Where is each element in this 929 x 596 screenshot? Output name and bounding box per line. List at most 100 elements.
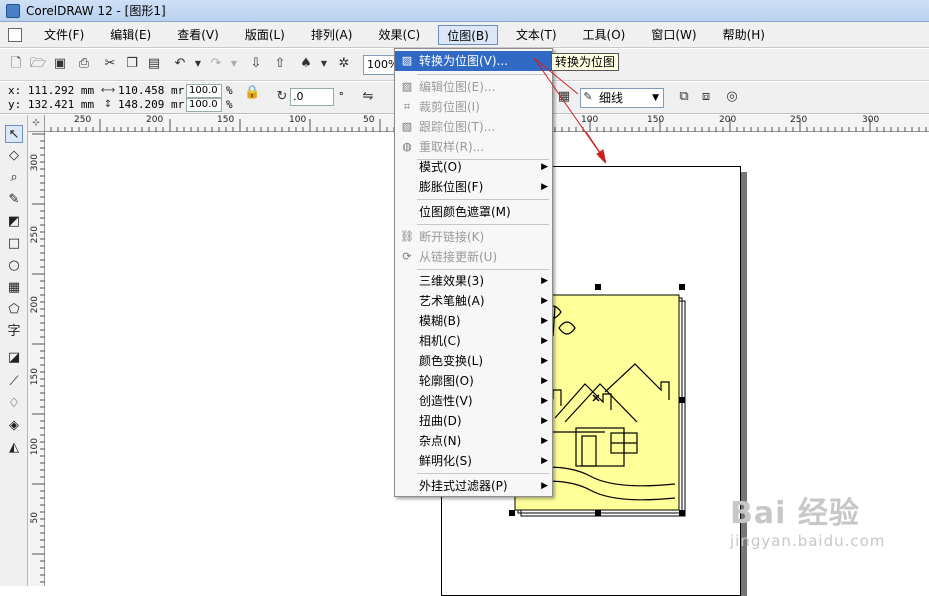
print-icon[interactable]: ⎙ [76,56,92,72]
pen-icon: ✎ [583,90,593,103]
application-launcher-icon[interactable]: ♠ [298,56,314,72]
menu-item-break-link[interactable]: ⛓ 断开链接(K) [395,227,552,247]
scale-width-field[interactable]: 100.0 [186,84,222,98]
corel-online-icon[interactable]: ✲ [336,56,352,72]
menu-window[interactable]: 窗口(W) [643,25,704,45]
v-tick-label: 50 [30,512,40,524]
zoom-tool-icon[interactable]: ⌕ [5,169,23,187]
menu-item-art-strokes[interactable]: 艺术笔触(A) ▶ [395,291,552,311]
update-link-icon: ⟳ [402,250,412,263]
object-height-field[interactable]: 148.209 mr [118,98,184,111]
cut-icon[interactable]: ✂ [102,56,118,72]
menu-view[interactable]: 查看(V) [169,25,227,45]
menu-item-mode[interactable]: 模式(O) ▶ [395,157,552,177]
scale-height-unit: % [226,98,233,111]
menu-item-noise[interactable]: 杂点(N) ▶ [395,431,552,451]
menu-item-blur[interactable]: 模糊(B) ▶ [395,311,552,331]
y-position-field[interactable]: y: 132.421 mm [8,98,94,111]
menu-arrange[interactable]: 排列(A) [303,25,361,45]
zoom-level-combo[interactable]: 100% [363,55,398,75]
menu-bitmaps[interactable]: 位图(B) [438,24,498,45]
ruler-origin-icon[interactable]: ⊹ [28,115,45,132]
menu-layout[interactable]: 版面(L) [237,25,293,45]
smart-fill-tool-icon[interactable]: ◩ [5,213,23,231]
window-title: CorelDRAW 12 - [图形1] [26,4,166,18]
shape-tool-icon[interactable]: ◇ [5,147,23,165]
rotation-angle-field[interactable]: .0 [290,88,334,106]
menu-item-label: 杂点(N) [419,434,462,448]
object-width-field[interactable]: 110.458 mr [118,84,184,97]
undo-icon[interactable]: ↶ [172,56,188,72]
to-back-icon[interactable]: ⧈ [698,89,714,105]
h-tick-label: 100 [289,115,307,125]
new-document-icon[interactable]: 🗋 [8,56,24,72]
menu-item-contour[interactable]: 轮廓图(O) ▶ [395,371,552,391]
polygon-tool-icon[interactable]: ▦ [5,279,23,297]
scale-width-unit: % [226,84,233,97]
menu-item-edit-bitmap[interactable]: ▨ 编辑位图(E)... [395,77,552,97]
menu-effects[interactable]: 效果(C) [370,25,428,45]
open-icon[interactable]: 🗁 [30,56,46,72]
menu-file[interactable]: 文件(F) [36,25,92,45]
convert-to-curves-icon[interactable]: ◎ [724,89,740,105]
menu-edit[interactable]: 编辑(E) [102,25,159,45]
launcher-dropdown-icon[interactable]: ▼ [316,56,332,72]
menu-item-label: 扭曲(D) [419,414,462,428]
lock-ratio-icon[interactable]: 🔒 [244,85,260,101]
menu-item-sharpen[interactable]: 鲜明化(S) ▶ [395,451,552,471]
fill-tool-icon[interactable]: ◈ [5,417,23,435]
menu-item-plugins[interactable]: 外挂式过滤器(P) ▶ [395,476,552,496]
interactive-blend-tool-icon[interactable]: ◪ [5,349,23,367]
menu-item-update-from-link[interactable]: ⟳ 从链接更新(U) [395,247,552,267]
mirror-horizontal-icon[interactable]: ⇋ [360,89,376,105]
outline-tool-icon[interactable]: ♢ [5,395,23,413]
menu-item-distort[interactable]: 扭曲(D) ▶ [395,411,552,431]
redo-icon[interactable]: ↷ [208,56,224,72]
menu-item-convert-to-bitmap[interactable]: ▨ 转换为位图(V)... [395,51,552,71]
menu-item-crop-bitmap[interactable]: ⌗ 裁剪位图(I) [395,97,552,117]
undo-dropdown-icon[interactable]: ▼ [190,56,206,72]
menu-item-trace-bitmap[interactable]: ▧ 跟踪位图(T)... [395,117,552,137]
menu-item-resample[interactable]: ◍ 重取样(R)... [395,137,552,157]
menu-item-camera[interactable]: 相机(C) ▶ [395,331,552,351]
menu-item-bitmap-color-mask[interactable]: 位图颜色遮罩(M) [395,202,552,222]
x-position-field[interactable]: x: 111.292 mm [8,84,94,97]
paste-icon[interactable]: ▤ [146,56,162,72]
document-icon[interactable] [8,27,22,42]
submenu-arrow-icon: ▶ [541,276,548,286]
submenu-arrow-icon: ▶ [541,162,548,172]
menu-item-inflate-bitmap[interactable]: 膨胀位图(F) ▶ [395,177,552,197]
rectangle-tool-icon[interactable]: □ [5,235,23,253]
submenu-arrow-icon: ▶ [541,356,548,366]
redo-dropdown-icon[interactable]: ▼ [226,56,242,72]
baidu-watermark: Bai 经验 jingyan.baidu.com [730,488,885,550]
copy-icon[interactable]: ❐ [124,56,140,72]
height-icon: ↕ [103,99,113,110]
wrap-text-icon[interactable]: ▦ [556,89,572,105]
interactive-fill-tool-icon[interactable]: ◭ [5,439,23,457]
vertical-ruler[interactable]: 300 250 200 150 100 50 [28,132,45,586]
edit-bitmap-icon: ▨ [401,80,413,93]
import-icon[interactable]: ⇩ [248,56,264,72]
menu-text[interactable]: 文本(T) [508,25,565,45]
basic-shapes-tool-icon[interactable]: ⬠ [5,301,23,319]
scale-height-field[interactable]: 100.0 [186,98,222,112]
menu-tools[interactable]: 工具(O) [575,25,634,45]
v-tick-label: 100 [30,438,40,456]
menu-item-creative[interactable]: 创造性(V) ▶ [395,391,552,411]
freehand-tool-icon[interactable]: ✎ [5,191,23,209]
menu-item-color-transform[interactable]: 颜色变换(L) ▶ [395,351,552,371]
rotation-degree-unit: ° [338,90,345,103]
trace-bitmap-icon: ▧ [401,120,413,133]
menu-help[interactable]: 帮助(H) [715,25,773,45]
eyedropper-tool-icon[interactable]: ⟋ [5,373,23,391]
menu-item-label: 从链接更新(U) [419,250,498,264]
pick-tool-icon[interactable]: ↖ [5,125,23,143]
submenu-arrow-icon: ▶ [541,416,548,426]
export-icon[interactable]: ⇧ [272,56,288,72]
save-icon[interactable]: ▣ [52,56,68,72]
menu-item-3d-effects[interactable]: 三维效果(3) ▶ [395,271,552,291]
text-tool-icon[interactable]: 字 [5,323,23,341]
to-front-icon[interactable]: ⧉ [676,89,692,105]
ellipse-tool-icon[interactable]: ○ [5,257,23,275]
